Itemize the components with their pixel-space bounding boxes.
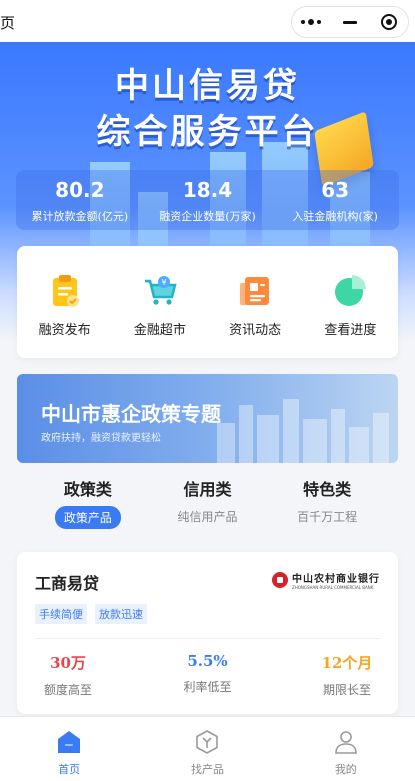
- svg-text:¥: ¥: [161, 278, 166, 287]
- metric-value: 12个月: [321, 654, 373, 672]
- product-name: 工商易贷: [35, 574, 100, 593]
- policy-banner[interactable]: 中山市惠企政策专题 政府扶持，融资贷款更轻松: [17, 374, 398, 463]
- user-icon: [335, 731, 357, 754]
- close-target-icon: [380, 14, 397, 30]
- category-tabs: 政策类 政策产品 信用类 纯信用产品 特色类 百千万工程: [0, 476, 415, 536]
- nav-mine[interactable]: 我的: [277, 717, 415, 781]
- skyline-decoration: [217, 423, 235, 463]
- banner-title: 中山市惠企政策专题: [41, 402, 221, 426]
- banner-subtitle: 政府扶持，融资贷款更轻松: [41, 433, 161, 444]
- product-tags: 手续简便 放款迅速: [35, 604, 147, 624]
- page-title: 页: [0, 14, 16, 32]
- quick-item-finance-market[interactable]: ¥ 金融超市: [112, 246, 207, 358]
- stats-panel: 80.2 累计放款金额(亿元) 18.4 融资企业数量(万家) 63 入驻金融机…: [16, 170, 399, 230]
- tab-title: 政策类: [63, 480, 112, 499]
- bank-emblem-icon: [272, 572, 288, 588]
- minimize-button[interactable]: [331, 7, 370, 37]
- skyline-decoration: [373, 413, 389, 463]
- product-tag: 放款迅速: [95, 604, 147, 624]
- tab-title: 特色类: [303, 480, 352, 499]
- metric-value: 30万: [50, 654, 86, 672]
- nav-home[interactable]: 首页: [0, 717, 138, 781]
- quick-item-label: 资讯动态: [229, 323, 282, 338]
- stat-label: 融资企业数量(万家): [159, 210, 256, 223]
- top-bar: 页: [0, 0, 415, 42]
- skyline-decoration: [283, 399, 299, 463]
- product-card[interactable]: 工商易贷 中山农村商业银行 ZHONGSHAN RURAL COMMERCIAL…: [17, 552, 398, 714]
- hero-title-line2: 综合服务平台: [96, 112, 319, 152]
- tab-title: 信用类: [183, 480, 232, 499]
- metric-label: 利率低至: [183, 680, 232, 694]
- skyline-decoration: [239, 405, 253, 463]
- quick-item-label: 查看进度: [324, 323, 377, 338]
- metric-term: 12个月 期限长至: [312, 652, 382, 698]
- news-icon: [240, 277, 270, 305]
- product-metrics: 30万 额度高至 5.5% 利率低至 12个月 期限长至: [17, 652, 398, 698]
- tab-policy[interactable]: 政策类 政策产品: [38, 476, 138, 536]
- stat-value: 80.2: [55, 178, 105, 202]
- home-icon: [58, 731, 81, 753]
- metric-rate: 5.5% 利率低至: [173, 652, 243, 698]
- minimize-icon: [343, 20, 357, 24]
- stat-label: 入驻金融机构(家): [292, 210, 378, 223]
- bank-name: 中山农村商业银行: [292, 574, 380, 585]
- shopping-cart-icon: ¥: [144, 276, 177, 305]
- bank-name-english: ZHONGSHAN RURAL COMMERCIAL BANK: [292, 585, 374, 590]
- clipboard-icon: [52, 275, 79, 307]
- quick-menu: 融资发布 ¥ 金融超市 资讯动态 查看进度: [17, 246, 398, 358]
- metric-limit: 30万 额度高至: [33, 652, 103, 698]
- hero-title-line1: 中山信易贷: [115, 66, 300, 106]
- bottom-nav: 首页 找产品 我的: [0, 716, 415, 781]
- quick-item-label: 融资发布: [38, 323, 91, 338]
- stat-value: 18.4: [182, 178, 233, 202]
- pie-chart-icon: [335, 275, 367, 306]
- tab-credit[interactable]: 信用类 纯信用产品: [157, 476, 257, 536]
- tab-subtitle: 政策产品: [54, 506, 121, 529]
- nav-label: 首页: [58, 763, 81, 776]
- metric-label: 期限长至: [322, 683, 371, 697]
- quick-item-label: 金融超市: [133, 323, 186, 338]
- nav-label: 我的: [334, 763, 357, 776]
- tab-featured[interactable]: 特色类 百千万工程: [277, 476, 377, 536]
- stat-institution-count: 63 入驻金融机构(家): [271, 170, 399, 230]
- more-button[interactable]: [292, 7, 331, 37]
- stat-value: 63: [321, 178, 350, 202]
- nav-find-product[interactable]: 找产品: [138, 717, 276, 781]
- nav-label: 找产品: [190, 763, 224, 776]
- mini-program-capsule: [291, 6, 409, 38]
- more-dots-icon: [301, 18, 322, 25]
- tab-subtitle: 纯信用产品: [177, 510, 238, 524]
- metric-value: 5.5%: [187, 652, 228, 670]
- stat-enterprise-count: 18.4 融资企业数量(万家): [144, 170, 272, 230]
- product-icon: [196, 730, 219, 754]
- stat-loan-amount: 80.2 累计放款金额(亿元): [16, 170, 144, 230]
- quick-item-progress[interactable]: 查看进度: [303, 246, 398, 358]
- skyline-decoration: [303, 419, 327, 463]
- quick-item-news[interactable]: 资讯动态: [208, 246, 303, 358]
- bank-logo: 中山农村商业银行 ZHONGSHAN RURAL COMMERCIAL BANK: [272, 570, 380, 590]
- product-tag: 手续简便: [35, 604, 87, 624]
- metric-label: 额度高至: [43, 683, 92, 697]
- skyline-decoration: [349, 427, 369, 463]
- tab-subtitle: 百千万工程: [297, 510, 358, 524]
- skyline-decoration: [257, 415, 279, 463]
- skyline-decoration: [331, 409, 345, 463]
- quick-item-financing-publish[interactable]: 融资发布: [17, 246, 112, 358]
- close-button[interactable]: [369, 7, 408, 37]
- stat-label: 累计放款金额(亿元): [31, 210, 129, 223]
- divider: [35, 638, 380, 639]
